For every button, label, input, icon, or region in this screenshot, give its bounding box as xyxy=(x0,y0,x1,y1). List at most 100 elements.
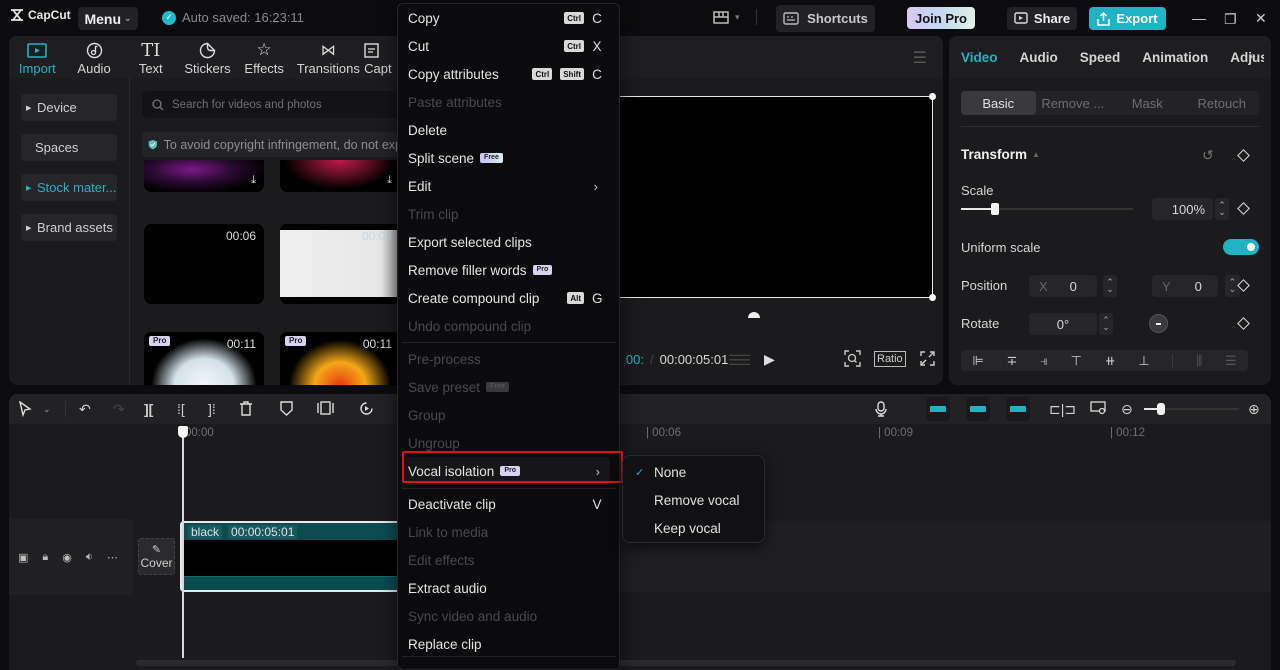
media-thumb-tulips[interactable]: Pro 00:11 xyxy=(280,332,398,385)
media-thumb-particles[interactable]: ⤓ xyxy=(144,160,264,192)
reverse-play-icon[interactable] xyxy=(359,401,374,416)
menu-item-remove-filler-words[interactable]: Remove filler words Pro xyxy=(408,256,608,284)
menu-item-copy[interactable]: Copy Ctrl C xyxy=(408,4,608,32)
rotate-input[interactable]: 0° xyxy=(1029,313,1097,335)
more-icon[interactable]: ⋯ xyxy=(107,551,118,564)
scale-slider[interactable] xyxy=(961,203,1133,215)
align-center-vertical-icon[interactable]: ⧺ xyxy=(1105,353,1116,369)
linkage-button[interactable] xyxy=(966,397,990,421)
split-icon[interactable]: ][ xyxy=(144,401,153,417)
resize-handle[interactable] xyxy=(929,294,936,301)
lock-icon[interactable]: 🔒︎ xyxy=(42,551,48,564)
speaker-icon[interactable]: 🔉︎ xyxy=(86,551,93,564)
scale-slider-knob[interactable] xyxy=(991,203,1000,215)
submenu-item-keep-vocal[interactable]: Keep vocal xyxy=(623,514,766,542)
ruler-zoom-icon[interactable] xyxy=(1090,401,1107,415)
position-y-input[interactable]: Y 0 xyxy=(1152,275,1218,297)
marker-icon[interactable] xyxy=(280,401,293,416)
timeline-zoom-slider[interactable] xyxy=(1144,403,1239,415)
transform-section-header[interactable]: Transform ▲ xyxy=(961,147,1040,162)
scale-input[interactable]: 100% xyxy=(1152,198,1213,220)
tab-transitions[interactable]: ⋈ Transitions xyxy=(293,36,365,78)
close-icon[interactable]: ✕ xyxy=(1255,10,1267,27)
sidenav-spaces[interactable]: Spaces xyxy=(21,134,117,161)
chevron-down-icon[interactable]: ⌄ xyxy=(43,404,51,415)
playhead[interactable] xyxy=(178,426,188,658)
tab-effects[interactable]: ☆ Effects xyxy=(236,36,293,78)
tab-stickers[interactable]: Stickers xyxy=(179,36,236,78)
align-right-icon[interactable]: ⫣ xyxy=(1040,353,1048,369)
media-thumb-white-flower[interactable]: Pro 00:11 xyxy=(144,332,264,385)
tabs-scroll-right-icon[interactable]: » xyxy=(1249,49,1256,63)
tab-animation[interactable]: Animation xyxy=(1142,50,1208,65)
auto-snap-button[interactable] xyxy=(926,397,950,421)
hamburger-menu-icon[interactable]: ☰ xyxy=(913,48,927,68)
export-button[interactable]: Export xyxy=(1089,7,1166,30)
keyframe-diamond-icon[interactable] xyxy=(1237,202,1250,215)
layout-button[interactable]: ▾ xyxy=(713,9,757,25)
keyframe-diamond-icon[interactable] xyxy=(1237,317,1250,330)
zoom-out-icon[interactable]: ⊖ xyxy=(1121,401,1133,418)
preview-axis-button[interactable] xyxy=(1006,397,1030,421)
zoom-slider-knob[interactable] xyxy=(1157,403,1166,415)
menu-item-cut[interactable]: Cut Ctrl X xyxy=(408,32,608,60)
media-thumb-rose[interactable]: ⤓ xyxy=(280,160,398,192)
eye-icon[interactable]: ◉ xyxy=(62,551,72,564)
share-button[interactable]: Share xyxy=(1007,7,1077,30)
subtab-basic[interactable]: Basic xyxy=(961,91,1036,115)
play-icon[interactable]: ▶ xyxy=(764,351,775,368)
ratio-button[interactable]: Ratio xyxy=(874,351,906,367)
shortcuts-button[interactable]: Shortcuts xyxy=(776,5,875,32)
download-icon[interactable]: ⤓ xyxy=(387,174,392,187)
menu-item-edit[interactable]: Edit › xyxy=(408,172,608,200)
reset-icon[interactable]: ↺ xyxy=(1202,147,1214,164)
tab-adjust[interactable]: Adjus xyxy=(1230,50,1264,65)
submenu-item-remove-vocal[interactable]: Remove vocal xyxy=(623,486,766,514)
menu-item-extract-audio[interactable]: Extract audio xyxy=(408,574,608,602)
media-thumb-black[interactable]: 00:06 xyxy=(144,224,264,304)
restore-icon[interactable]: ❐ xyxy=(1224,11,1237,28)
freeze-frame-icon[interactable] xyxy=(317,401,334,415)
microphone-icon[interactable] xyxy=(875,401,887,417)
split-left-icon[interactable]: ⁞[ xyxy=(177,401,185,417)
zoom-in-icon[interactable]: ⊕ xyxy=(1248,401,1260,418)
tab-speed[interactable]: Speed xyxy=(1080,50,1121,65)
media-search-input[interactable]: Search for videos and photos xyxy=(142,91,398,118)
sidenav-stock-material[interactable]: ▶ Stock mater... xyxy=(21,174,117,201)
menu-item-replace-clip[interactable]: Replace clip xyxy=(408,630,608,658)
sidenav-device[interactable]: ▶ Device xyxy=(21,94,117,121)
align-top-icon[interactable]: ⊤ xyxy=(1071,353,1082,369)
media-thumb-white[interactable]: 00:06 xyxy=(280,224,398,304)
delete-icon[interactable] xyxy=(239,401,253,416)
keyframe-diamond-icon[interactable] xyxy=(1237,149,1250,162)
menu-item-split-scene[interactable]: Split scene Free xyxy=(408,144,608,172)
subtab-remove-background[interactable]: Remove ... xyxy=(1036,91,1111,115)
minimize-icon[interactable]: — xyxy=(1192,10,1206,26)
split-track-icon[interactable]: ⊏|⊐ xyxy=(1049,401,1076,418)
download-icon[interactable]: ⤓ xyxy=(251,174,256,187)
undo-icon[interactable]: ↶ xyxy=(79,401,91,418)
menu-item-export-selected-clips[interactable]: Export selected clips xyxy=(408,228,608,256)
align-bottom-icon[interactable]: ⊥ xyxy=(1138,353,1149,369)
subtab-mask[interactable]: Mask xyxy=(1110,91,1185,115)
align-left-icon[interactable]: ⊫ xyxy=(972,353,983,369)
rotate-dial[interactable] xyxy=(1149,314,1168,333)
menu-item-delete[interactable]: Delete xyxy=(408,116,608,144)
menu-button[interactable]: Menu ⌄ xyxy=(78,7,138,30)
tab-audio[interactable]: Audio xyxy=(66,36,123,78)
cover-button[interactable]: ✎ Cover xyxy=(138,538,175,575)
split-right-icon[interactable]: ]⁞ xyxy=(208,401,216,417)
fullscreen-icon[interactable] xyxy=(920,351,935,366)
tab-captions[interactable]: Capt xyxy=(364,36,398,78)
align-center-horizontal-icon[interactable]: ∓ xyxy=(1006,353,1017,369)
rotate-stepper[interactable]: ⌃ ⌄ xyxy=(1099,313,1113,335)
rotate-handle[interactable] xyxy=(748,312,760,318)
menu-item-create-compound-clip[interactable]: Create compound clip Alt G xyxy=(408,284,608,312)
subtab-retouch[interactable]: Retouch xyxy=(1185,91,1260,115)
tab-video[interactable]: Video xyxy=(961,50,998,65)
uniform-scale-toggle[interactable] xyxy=(1223,239,1259,255)
position-x-stepper[interactable]: ⌃ ⌄ xyxy=(1103,275,1117,297)
scale-stepper[interactable]: ⌃ ⌄ xyxy=(1215,198,1229,220)
menu-item-deactivate-clip[interactable]: Deactivate clip V xyxy=(408,490,608,518)
timeline-ruler[interactable]: 00:00 | 00:06 | 00:09 | 00:12 xyxy=(133,425,1271,443)
